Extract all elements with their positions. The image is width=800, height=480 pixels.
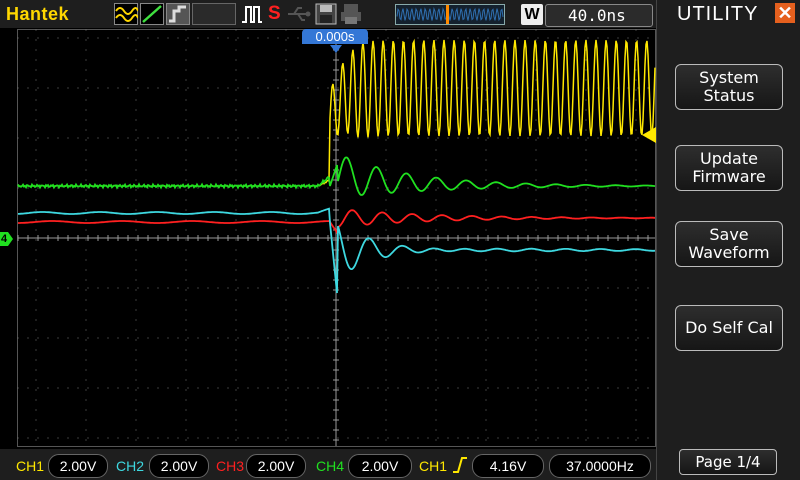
top-status-bar: Hantek S W 40.0ns bbox=[0, 0, 656, 29]
trigger-level-value[interactable]: 4.16V bbox=[472, 454, 544, 478]
ch4-label[interactable]: CH4 bbox=[316, 458, 344, 474]
trigger-level-marker[interactable] bbox=[642, 127, 656, 143]
waveform-mode-icon[interactable] bbox=[114, 3, 138, 25]
save-waveform-button[interactable]: Save Waveform bbox=[675, 221, 783, 267]
utility-menu-panel: UTILITY ✕ System Status Update Firmware … bbox=[656, 0, 800, 480]
stop-icon[interactable]: S bbox=[268, 3, 281, 25]
button-label-line2: Status bbox=[703, 86, 755, 105]
waveform-memory-bar bbox=[395, 4, 505, 25]
brand-logo: Hantek bbox=[6, 4, 70, 24]
update-firmware-button[interactable]: Update Firmware bbox=[675, 145, 783, 191]
ch2-scale[interactable]: 2.00V bbox=[149, 454, 209, 478]
usb-icon bbox=[288, 7, 311, 21]
print-icon[interactable] bbox=[340, 3, 362, 25]
ch4-scale[interactable]: 2.00V bbox=[348, 454, 412, 478]
save-icon[interactable] bbox=[315, 3, 337, 25]
trigger-source-label[interactable]: CH1 bbox=[419, 458, 447, 474]
page-button[interactable]: Page 1/4 bbox=[679, 449, 777, 475]
frequency-value: 37.0000Hz bbox=[549, 454, 651, 478]
line-mode-icon[interactable] bbox=[140, 3, 164, 25]
ch1-scale[interactable]: 2.00V bbox=[48, 454, 108, 478]
ch3-label[interactable]: CH3 bbox=[216, 458, 244, 474]
ch3-scale[interactable]: 2.00V bbox=[246, 454, 306, 478]
menu-title: UTILITY bbox=[677, 3, 759, 25]
close-icon[interactable]: ✕ bbox=[775, 3, 795, 23]
scope-display[interactable] bbox=[0, 28, 656, 448]
button-label-line1: Save bbox=[709, 225, 749, 244]
button-label: Do Self Cal bbox=[685, 318, 773, 337]
do-self-cal-button[interactable]: Do Self Cal bbox=[675, 305, 783, 351]
trigger-time-label: 0.000s bbox=[302, 29, 368, 44]
run-pulse-icon[interactable] bbox=[240, 3, 264, 25]
memory-position-icon bbox=[192, 3, 236, 25]
menu-title-bar: UTILITY ✕ bbox=[657, 0, 800, 28]
button-label-line2: Firmware bbox=[692, 167, 766, 186]
system-status-button[interactable]: System Status bbox=[675, 64, 783, 110]
ch1-label[interactable]: CH1 bbox=[16, 458, 44, 474]
timebase-value: 40.0ns bbox=[568, 6, 626, 25]
ch2-label[interactable]: CH2 bbox=[116, 458, 144, 474]
ch4-marker-label: 4 bbox=[1, 233, 8, 245]
rising-edge-icon bbox=[453, 457, 467, 473]
button-label-line2: Waveform bbox=[688, 243, 770, 262]
button-label-line1: System bbox=[699, 68, 759, 87]
button-label-line1: Update bbox=[700, 149, 758, 168]
timebase-mode-badge: W bbox=[521, 4, 543, 25]
persistence-icon[interactable] bbox=[166, 3, 190, 25]
